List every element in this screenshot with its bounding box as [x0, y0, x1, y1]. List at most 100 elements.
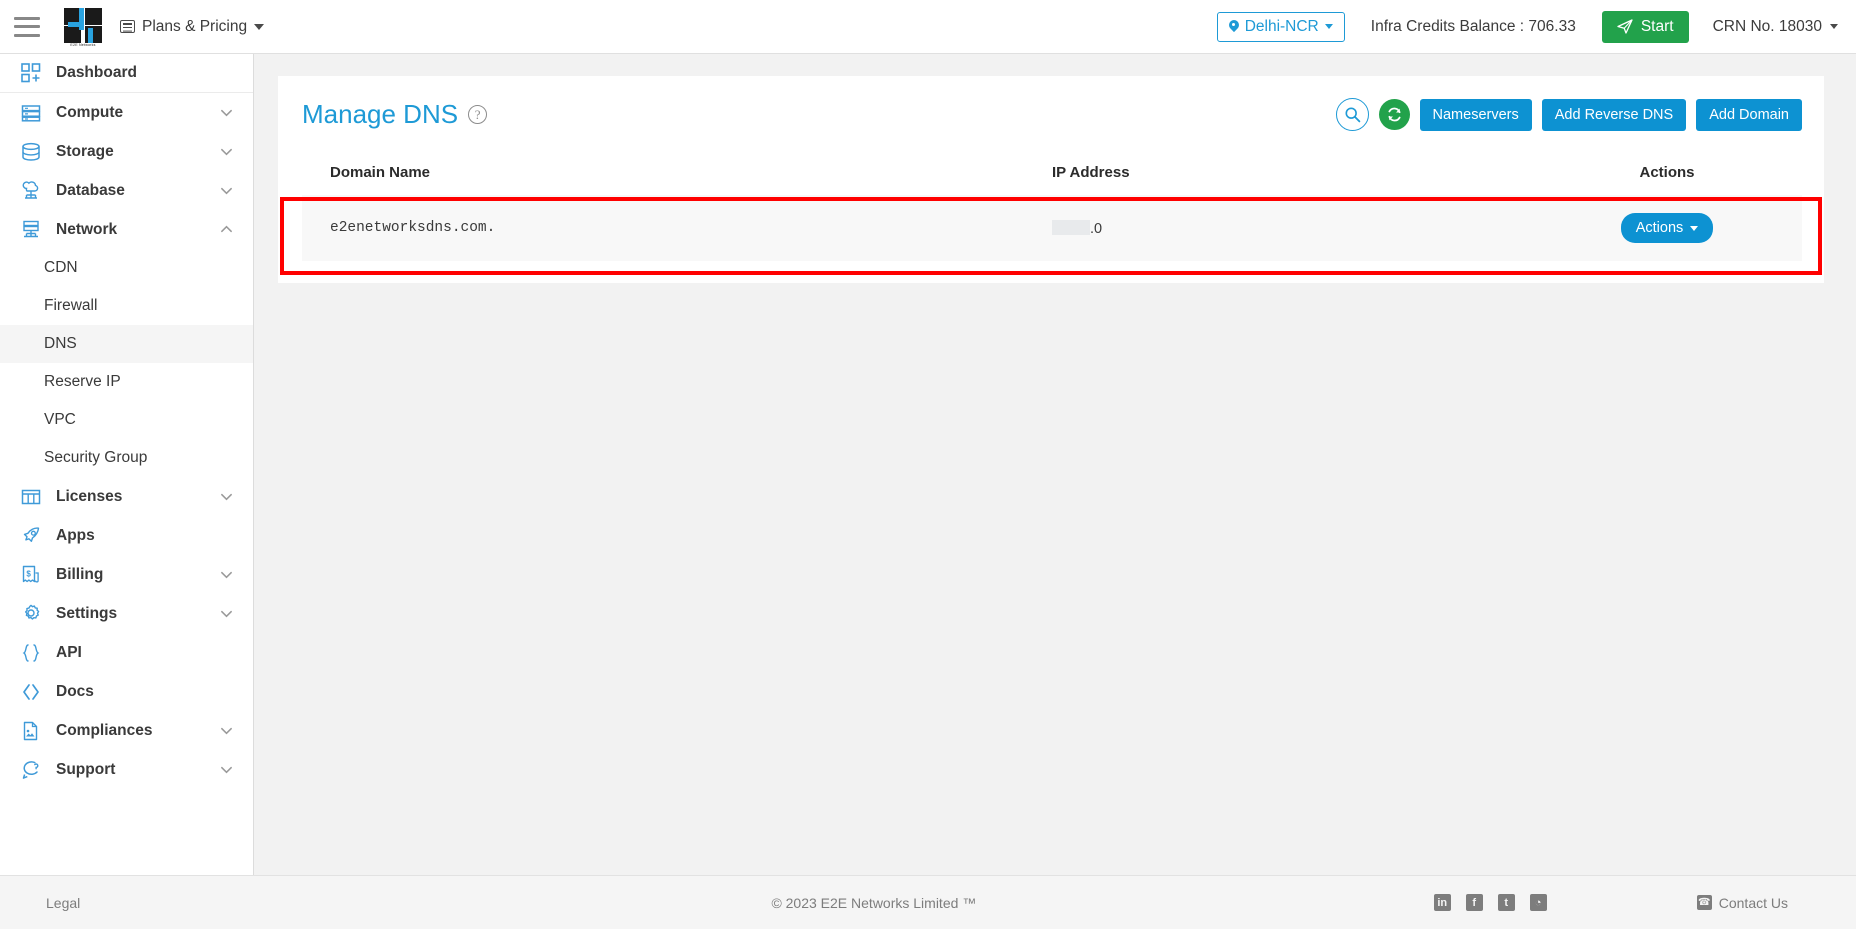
crn-label: CRN No. 18030 [1712, 17, 1822, 35]
sidebar-subitem-label: DNS [44, 335, 77, 352]
sidebar-item-label: Storage [56, 142, 114, 160]
sidebar-item-settings[interactable]: Settings [0, 594, 253, 633]
column-header-actions: Actions [1639, 164, 1695, 181]
sidebar-item-label: Settings [56, 604, 118, 622]
sidebar-item-firewall[interactable]: Firewall [0, 287, 253, 325]
twitter-icon[interactable]: t [1497, 894, 1515, 911]
refresh-icon[interactable] [1378, 99, 1410, 130]
sidebar-item-label: API [56, 643, 82, 661]
sidebar-item-reserve-ip[interactable]: Reserve IP [0, 363, 253, 401]
application-root: E2E Networks Plans & Pricing Delhi-NCR I… [0, 0, 1856, 929]
rss-icon[interactable]: ◔ [1529, 894, 1547, 911]
api-braces-icon [19, 642, 42, 664]
chevron-up-icon [221, 225, 232, 233]
list-icon [120, 20, 135, 33]
row-actions-button[interactable]: Actions [1620, 213, 1714, 243]
database-icon [19, 180, 42, 202]
chevron-down-icon [1690, 225, 1699, 231]
sidebar-item-label: Compliances [56, 721, 153, 739]
start-button[interactable]: Start [1601, 10, 1689, 43]
nameservers-button[interactable]: Nameservers [1419, 98, 1532, 131]
svg-text:$: $ [26, 569, 31, 578]
apps-rocket-icon [19, 525, 42, 547]
sidebar-subitem-label: Reserve IP [44, 373, 121, 390]
card-header: Manage DNS ? Nameservers Add Reverse DNS… [302, 98, 1802, 131]
linkedin-icon[interactable]: in [1433, 894, 1451, 911]
hamburger-menu-icon[interactable] [14, 16, 40, 37]
table-body: e2enetworksdns.com. .0 Actions [302, 195, 1802, 261]
docs-code-icon [19, 681, 42, 703]
body-container: Dashboard Compute Storage Database Netwo… [0, 54, 1856, 875]
e2e-networks-logo[interactable]: E2E Networks [64, 7, 102, 47]
sidebar-item-vpc[interactable]: VPC [0, 401, 253, 439]
sidebar-item-licenses[interactable]: Licenses [0, 477, 253, 516]
support-chat-icon [19, 759, 42, 781]
column-header-domain-name: Domain Name [330, 164, 431, 181]
compliances-document-icon [19, 720, 42, 742]
logo-caption: E2E Networks [70, 42, 96, 47]
sidebar-item-api[interactable]: API [0, 633, 253, 672]
billing-invoice-icon: $ [19, 564, 42, 586]
plans-and-pricing-menu[interactable]: Plans & Pricing [120, 17, 265, 36]
sidebar-item-cdn[interactable]: CDN [0, 249, 253, 287]
sidebar-item-docs[interactable]: Docs [0, 672, 253, 711]
sidebar-subitem-label: VPC [44, 411, 76, 428]
sidebar-item-network[interactable]: Network [0, 210, 253, 249]
help-question-icon[interactable]: ? [468, 105, 488, 124]
sidebar-item-apps[interactable]: Apps [0, 516, 253, 555]
page-footer: Legal © 2023 E2E Networks Limited ™ in f… [0, 875, 1856, 929]
card-toolbar: Nameservers Add Reverse DNS Add Domain [1335, 98, 1802, 131]
chevron-down-icon [221, 727, 232, 735]
contact-us-label: Contact Us [1718, 894, 1788, 911]
legal-link[interactable]: Legal [0, 895, 254, 911]
region-selector[interactable]: Delhi-NCR [1216, 11, 1345, 42]
gear-icon [19, 603, 42, 625]
sidebar-item-storage[interactable]: Storage [0, 132, 253, 171]
sidebar-item-dns[interactable]: DNS [0, 325, 253, 363]
sidebar-item-compliances[interactable]: Compliances [0, 711, 253, 750]
region-label: Delhi-NCR [1244, 17, 1319, 35]
sidebar-item-security-group[interactable]: Security Group [0, 439, 253, 477]
cell-actions: Actions [1532, 195, 1802, 261]
page-title: Manage DNS [302, 99, 459, 129]
network-icon [19, 219, 42, 241]
sidebar-item-compute[interactable]: Compute [0, 93, 253, 132]
chevron-down-icon [221, 493, 232, 501]
crn-menu[interactable]: CRN No. 18030 [1713, 18, 1838, 36]
sidebar-item-label: Database [56, 181, 125, 199]
plans-and-pricing-label: Plans & Pricing [142, 17, 248, 35]
redacted-ip-block [1052, 219, 1090, 235]
chevron-down-icon [1830, 24, 1838, 29]
contact-us-link[interactable]: ☎ Contact Us [1696, 894, 1788, 911]
sidebar-item-database[interactable]: Database [0, 171, 253, 210]
table-head: Domain Name IP Address Actions [302, 153, 1802, 195]
search-icon[interactable] [1335, 98, 1369, 131]
dns-table: Domain Name IP Address Actions e2enetwor… [302, 153, 1802, 261]
sidebar-subitem-label: CDN [44, 259, 78, 276]
chevron-down-icon [221, 109, 232, 117]
sidebar-item-label: Docs [56, 682, 94, 700]
storage-icon [19, 141, 42, 163]
sidebar-item-billing[interactable]: $ Billing [0, 555, 253, 594]
cell-ip-address: .0 [1052, 195, 1532, 261]
copyright-text: © 2023 E2E Networks Limited ™ [771, 894, 977, 911]
table-row[interactable]: e2enetworksdns.com. .0 Actions [302, 195, 1802, 261]
sidebar-item-label: Apps [56, 526, 95, 544]
sidebar-subitem-label: Security Group [44, 449, 148, 466]
sidebar-item-label: Support [56, 760, 116, 778]
sidebar-navigation: Dashboard Compute Storage Database Netwo… [0, 54, 254, 875]
sidebar-item-dashboard[interactable]: Dashboard [0, 54, 253, 93]
sidebar-item-label: Billing [56, 565, 104, 583]
dashboard-icon [19, 62, 42, 84]
sidebar-subitem-label: Firewall [44, 297, 98, 314]
compute-icon [19, 102, 42, 124]
start-label: Start [1640, 17, 1674, 35]
paper-plane-icon [1617, 19, 1633, 34]
sidebar-item-support[interactable]: Support [0, 750, 253, 789]
phone-icon: ☎ [1696, 895, 1712, 910]
add-domain-button[interactable]: Add Domain [1696, 98, 1802, 131]
chevron-down-icon [1324, 24, 1333, 29]
sidebar-item-label: Licenses [56, 487, 123, 505]
add-reverse-dns-button[interactable]: Add Reverse DNS [1541, 98, 1687, 131]
facebook-icon[interactable]: f [1465, 894, 1483, 911]
